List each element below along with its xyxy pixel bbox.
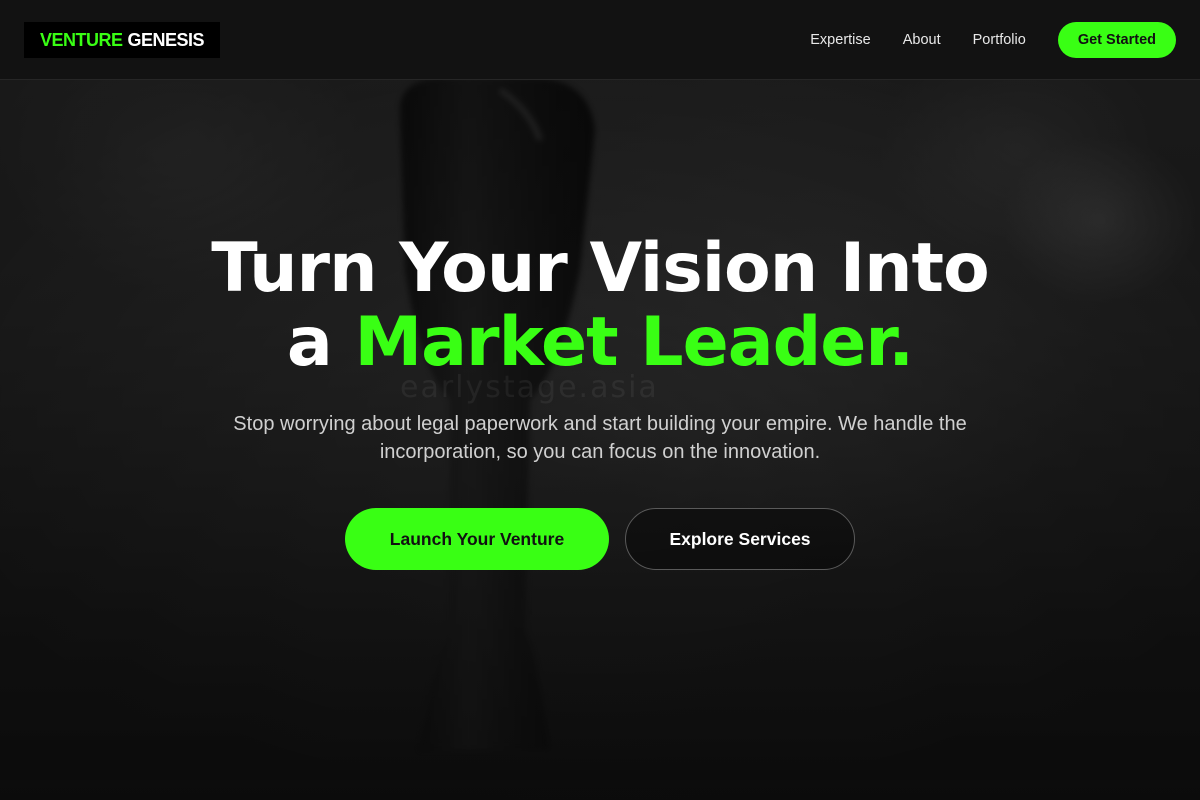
brand-name-part1: VENTURE [40,29,123,50]
hero-section: Turn Your Vision Into a Market Leader. S… [0,232,1200,570]
explore-services-button[interactable]: Explore Services [625,508,855,570]
brand-logo[interactable]: VENTURE GENESIS [24,22,221,58]
nav-link-about[interactable]: About [903,32,941,48]
hero-subtitle: Stop worrying about legal paperwork and … [233,413,967,463]
hero-button-group: Launch Your Venture Explore Services [0,508,1200,570]
nav-link-expertise[interactable]: Expertise [810,32,870,48]
get-started-button[interactable]: Get Started [1057,22,1176,58]
hero-title-accent: Market Leader. [354,303,914,382]
hero-title-line2-prefix: a [286,303,355,382]
launch-venture-button[interactable]: Launch Your Venture [345,508,609,570]
hero-title-line1: Turn Your Vision Into [211,229,990,308]
site-header: VENTURE GENESIS Expertise About Portfoli… [0,0,1200,80]
nav-link-portfolio[interactable]: Portfolio [973,32,1026,48]
hero-title: Turn Your Vision Into a Market Leader. [100,232,1100,380]
landing-page: earlystage.asia VENTURE GENESIS Expertis… [0,0,1200,800]
main-nav: Expertise About Portfolio Get Started [810,22,1176,58]
brand-name-part2: GENESIS [127,29,205,50]
